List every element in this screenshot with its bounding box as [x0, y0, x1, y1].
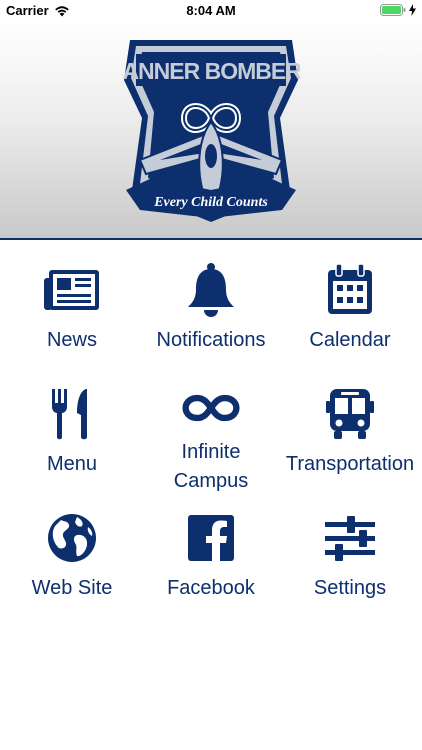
infinite-campus-tile[interactable]: Infinite Campus	[141, 386, 281, 496]
news-label: News	[46, 329, 97, 351]
web-site-label: Web Site	[31, 577, 113, 599]
bus-icon	[321, 386, 379, 442]
sliders-icon	[321, 510, 379, 566]
status-time: 8:04 AM	[186, 3, 236, 18]
web-site-tile[interactable]: Web Site	[2, 510, 142, 620]
fork-knife-icon	[43, 386, 101, 442]
menu-tile[interactable]: Menu	[2, 386, 142, 496]
battery-group	[380, 4, 416, 16]
logo-motto: Every Child Counts	[153, 195, 268, 210]
calendar-tile[interactable]: Calendar	[280, 262, 420, 372]
menu-label: Menu	[46, 453, 98, 475]
header-banner: BANNER BOMBERS Every Child Counts	[0, 22, 422, 240]
infinity-icon	[182, 386, 240, 430]
facebook-icon	[182, 510, 240, 566]
facebook-tile[interactable]: Facebook	[141, 510, 281, 620]
calendar-label: Calendar	[309, 329, 391, 351]
charging-bolt-icon	[409, 4, 416, 16]
globe-icon	[43, 510, 101, 566]
settings-tile[interactable]: Settings	[280, 510, 420, 620]
status-bar: Carrier 8:04 AM	[0, 0, 422, 22]
facebook-label: Facebook	[167, 577, 255, 599]
battery-icon	[380, 4, 406, 16]
settings-label: Settings	[313, 577, 387, 599]
bell-icon	[182, 262, 240, 318]
calendar-icon	[321, 262, 379, 318]
banner-bombers-logo: BANNER BOMBERS Every Child Counts	[122, 40, 300, 222]
transportation-label: Transportation	[285, 453, 415, 475]
logo-title: BANNER BOMBERS	[122, 58, 300, 84]
newspaper-icon	[43, 262, 101, 318]
notifications-tile[interactable]: Notifications	[141, 262, 281, 372]
infinite-campus-label: Infinite Campus	[173, 441, 249, 492]
transportation-tile[interactable]: Transportation	[280, 386, 420, 496]
notifications-label: Notifications	[156, 329, 266, 351]
news-tile[interactable]: News	[2, 262, 142, 372]
